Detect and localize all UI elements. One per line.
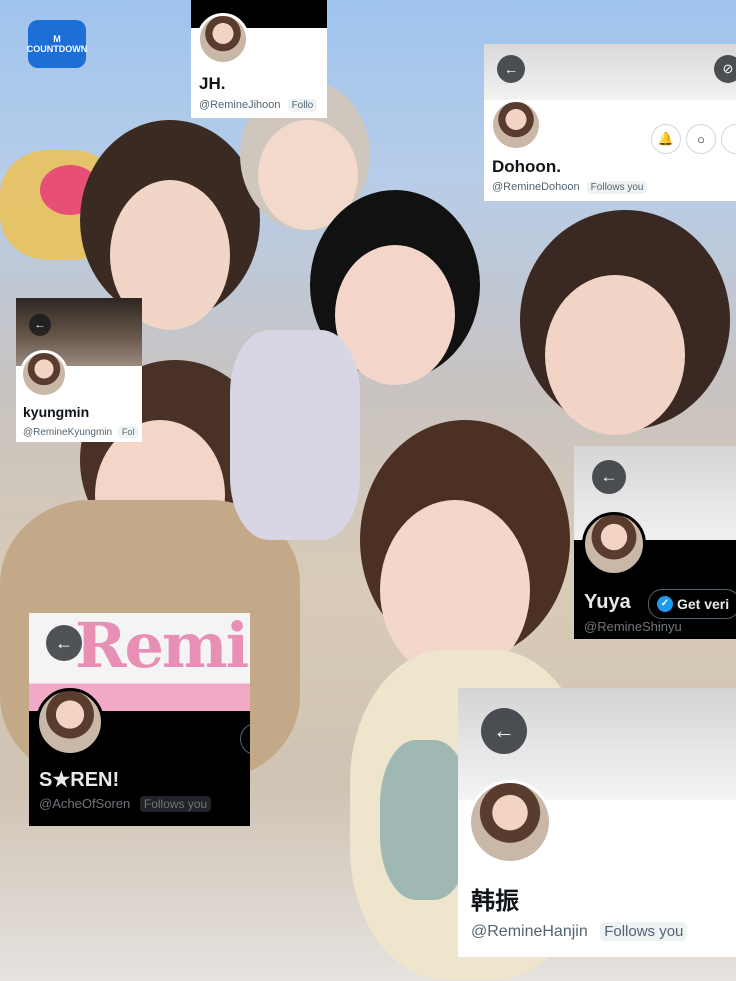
handle-row: @RemineDohoon Follows you [492,181,648,194]
handle: @AcheOfSoren [39,796,131,811]
back-arrow-icon: ← [600,467,618,486]
handle: @RemineDohoon [492,181,580,193]
avatar[interactable] [20,350,68,398]
more-button[interactable] [240,723,250,755]
handle-row: @RemineKyungmin Fol [23,426,139,438]
back-button[interactable]: ← [497,55,525,83]
back-button[interactable]: ← [29,314,51,336]
display-name: 韩振 [471,888,519,915]
notification-add-icon: 🔔 [657,131,675,146]
handle: @RemineShinyu [584,619,682,634]
message-icon: ○ [697,131,705,147]
back-arrow-icon: ← [55,632,73,653]
profile-card-jh[interactable]: JH. @RemineJihoon Follo [191,0,327,118]
avatar[interactable] [468,780,552,864]
banner-text: Remi [75,613,249,682]
display-name: S★REN! [39,769,120,791]
notify-button[interactable]: 🔔 [651,124,681,154]
avatar[interactable] [490,99,542,151]
avatar[interactable] [36,688,104,756]
display-name: Yuya [584,591,631,613]
display-name: Dohoon. [492,157,561,176]
avatar[interactable] [582,512,646,576]
mcountdown-logo: M COUNTDOWN [27,20,87,68]
handle-row: @AcheOfSoren Follows you [39,796,212,812]
profile-card-soren[interactable]: Remi ← S★REN! @AcheOfSoren Follows you [29,613,250,826]
handle: @RemineJihoon [199,99,281,111]
display-name: kyungmin [23,404,90,420]
follows-you-badge: Fol [117,426,139,438]
back-button[interactable]: ← [46,625,82,661]
follows-you-badge: Follows you [586,181,648,194]
person-scarf [380,740,470,900]
profile-card-hanjin[interactable]: ← 韩振 @RemineHanjin Follows you [458,688,736,957]
get-verified-button[interactable]: ✓ Get veri [648,589,736,619]
profile-card-kyungmin[interactable]: ← kyungmin @RemineKyungmin Fol [16,298,142,442]
profile-card-dohoon[interactable]: ← ⊘ 🔔 ○ Dohoon. @RemineDohoon Follows yo… [484,44,736,201]
follows-you-badge: Follo [287,99,318,112]
back-arrow-icon: ← [34,319,46,331]
avatar[interactable] [197,13,249,65]
get-verified-label: Get veri [677,596,730,612]
back-arrow-icon: ← [504,61,518,77]
handle-row: @RemineJihoon Follo [199,99,318,112]
follow-button[interactable] [721,124,736,154]
handle: @RemineKyungmin [23,427,113,438]
back-button[interactable]: ← [481,708,527,754]
person-face [545,275,685,435]
message-button[interactable]: ○ [686,124,716,154]
back-button[interactable]: ← [592,460,626,494]
follows-you-badge: Follows you [600,922,688,941]
profile-card-yuya[interactable]: ← Yuya ✓ Get veri @RemineShinyu [574,446,736,639]
verified-badge-icon: ✓ [657,596,673,612]
handle: @RemineHanjin [471,923,588,940]
more-button[interactable]: ⊘ [714,55,736,83]
handle-row: @RemineHanjin Follows you [471,922,688,941]
follows-you-badge: Follows you [139,796,212,812]
back-arrow-icon: ← [493,718,515,743]
person-scarf [230,330,360,540]
more-icon: ⊘ [722,61,734,76]
display-name: JH. [199,74,226,93]
